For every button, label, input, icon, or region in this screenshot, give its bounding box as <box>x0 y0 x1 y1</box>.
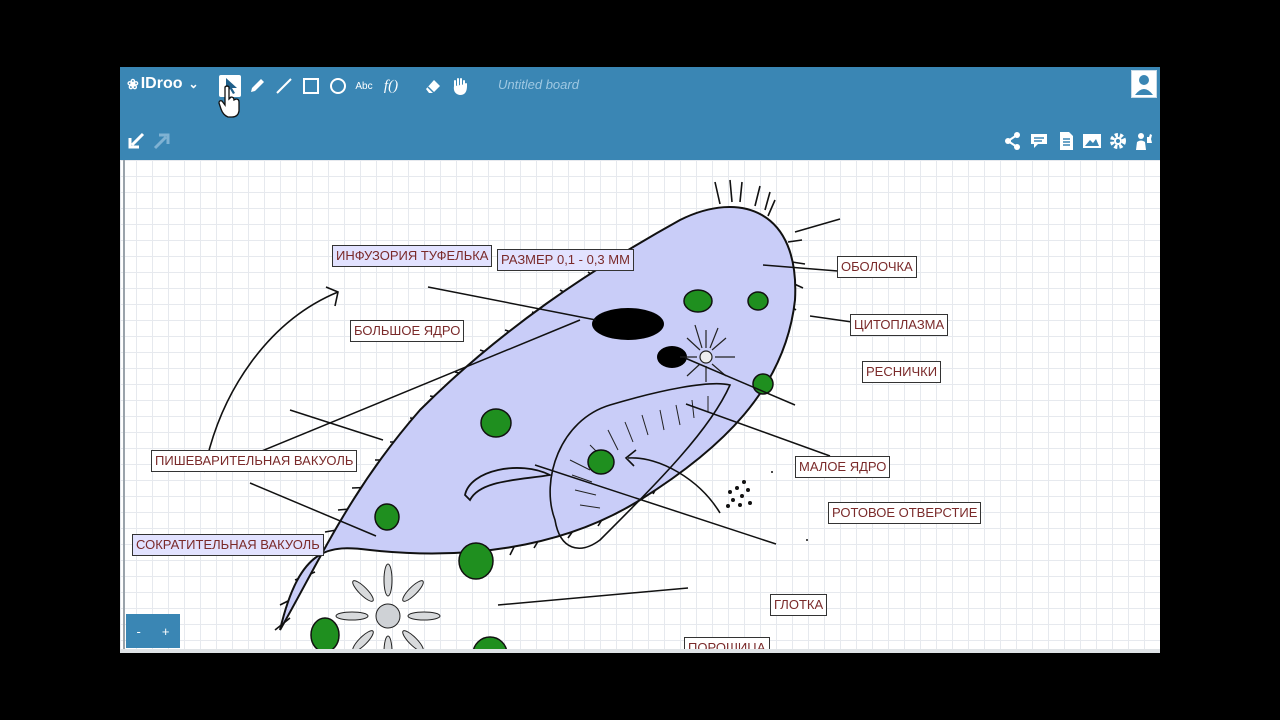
share-button[interactable] <box>1003 131 1023 151</box>
image-icon <box>1083 134 1101 148</box>
hand-icon <box>453 78 467 95</box>
label-mouth[interactable]: РОТОВОЕ ОТВЕРСТИЕ <box>828 502 982 524</box>
zoom-in-button[interactable]: + <box>162 624 170 639</box>
label-title[interactable]: ИНФУЗОРИЯ ТУФЕЛЬКА <box>332 245 493 267</box>
comment-icon <box>1031 134 1047 148</box>
canvas-left-border <box>123 160 125 653</box>
label-size[interactable]: РАЗМЕР 0,1 - 0,3 ММ <box>497 249 634 271</box>
board-title[interactable]: Untitled board <box>498 77 579 92</box>
circle-tool-button[interactable] <box>327 75 349 97</box>
top-toolbar: ❀ IDroo ⌄ Abc f() Untitled board <box>120 67 1160 160</box>
zoom-control: - + <box>126 614 180 648</box>
arrow-up-right-icon <box>153 133 170 150</box>
text-tool-button[interactable]: Abc <box>353 75 375 97</box>
logo-text: IDroo <box>140 75 183 92</box>
macronucleus <box>592 308 664 340</box>
zoom-out-button[interactable]: - <box>137 624 141 639</box>
formula-tool-button[interactable]: f() <box>380 75 402 97</box>
circle-icon <box>330 78 346 94</box>
comment-button[interactable] <box>1029 131 1049 151</box>
label-big-nucleus[interactable]: БОЛЬШОЕ ЯДРО <box>350 320 465 342</box>
whiteboard-canvas[interactable]: ИНФУЗОРИЯ ТУФЕЛЬКА РАЗМЕР 0,1 - 0,3 ММ Б… <box>120 160 1160 653</box>
pencil-icon <box>251 79 264 92</box>
logo-menu[interactable]: ❀ IDroo ⌄ <box>127 75 199 93</box>
label-contractile-vacuole[interactable]: СОКРАТИТЕЛЬНАЯ ВАКУОЛЬ <box>132 534 324 556</box>
share-icon <box>1005 132 1020 150</box>
document-icon <box>1060 132 1073 150</box>
label-digestive-vacuole[interactable]: ПИШЕВАРИТЕЛЬНАЯ ВАКУОЛЬ <box>151 450 358 472</box>
undo-button[interactable] <box>126 131 146 156</box>
idroo-app-window: ❀ IDroo ⌄ Abc f() Untitled board ИНФУЗОР… <box>120 67 1160 653</box>
hand-tool-button[interactable] <box>449 75 471 97</box>
canvas-bottom-scrollbar[interactable] <box>120 649 1160 653</box>
label-small-nucleus[interactable]: МАЛОЕ ЯДРО <box>795 456 891 478</box>
line-tool-button[interactable] <box>273 75 295 97</box>
food-particles <box>726 471 808 541</box>
user-avatar-button[interactable] <box>1131 70 1157 98</box>
label-shell[interactable]: ОБОЛОЧКА <box>837 256 917 278</box>
settings-button[interactable] <box>1108 131 1128 151</box>
document-button[interactable] <box>1056 131 1076 151</box>
participants-button[interactable] <box>1134 131 1154 151</box>
contractile-vacuole-bottom <box>335 563 441 653</box>
pencil-tool-button[interactable] <box>246 75 268 97</box>
drawing-layer <box>203 179 881 653</box>
chevron-down-icon: ⌄ <box>188 77 199 91</box>
label-pharynx[interactable]: ГЛОТКА <box>770 594 828 616</box>
redo-button[interactable] <box>152 131 172 156</box>
text-icon: Abc <box>355 80 373 92</box>
user-thumbs-icon <box>1136 133 1152 150</box>
mouse-pointer-hand-icon <box>218 85 240 118</box>
user-avatar-icon <box>1135 75 1153 95</box>
logo-paw-icon: ❀ <box>127 75 139 92</box>
formula-icon: f() <box>383 77 399 94</box>
gear-icon <box>1110 133 1126 149</box>
label-cilia[interactable]: РЕСНИЧКИ <box>862 361 942 383</box>
rectangle-tool-button[interactable] <box>300 75 322 97</box>
eraser-icon <box>426 80 440 94</box>
arrow-down-left-icon <box>128 132 145 149</box>
eraser-tool-button[interactable] <box>422 75 444 97</box>
rectangle-icon <box>303 78 319 94</box>
line-icon <box>276 78 292 94</box>
label-cytoplasm[interactable]: ЦИТОПЛАЗМА <box>850 314 949 336</box>
image-button[interactable] <box>1082 131 1102 151</box>
